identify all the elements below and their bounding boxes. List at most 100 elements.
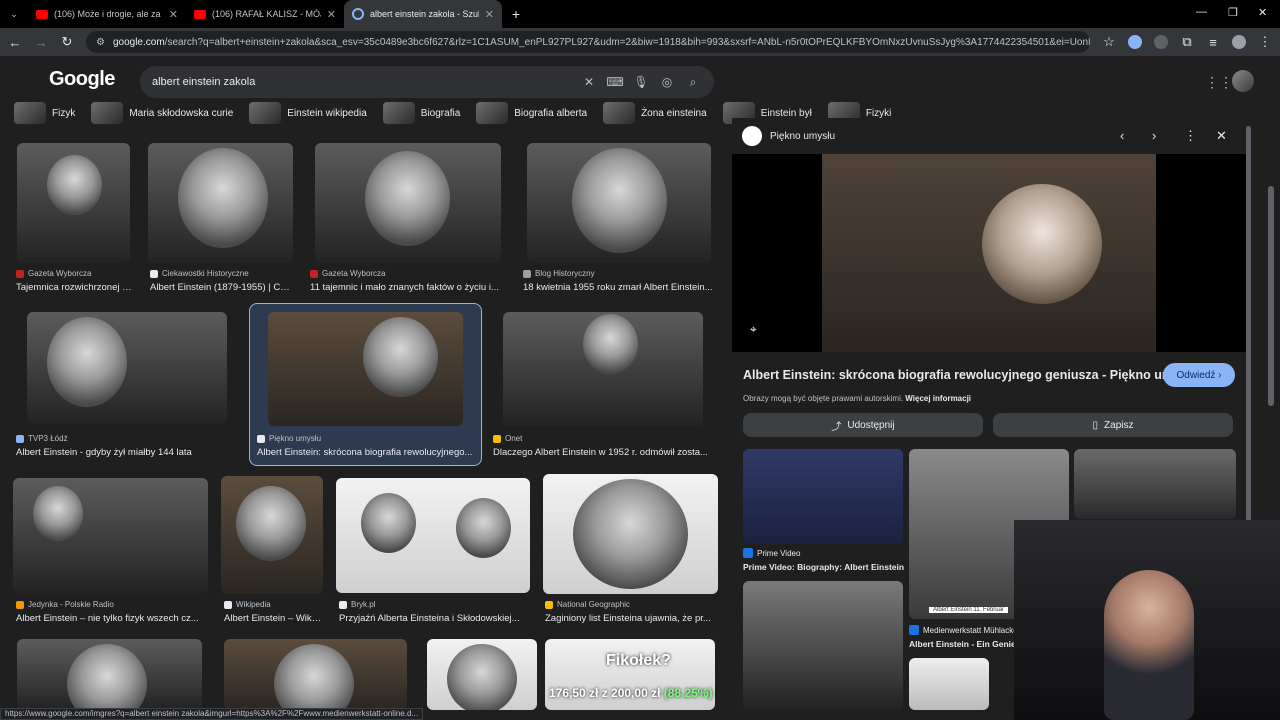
search-box[interactable]: albert einstein zakola ✕ ⌨ 🎙 ◎ ⌕	[140, 66, 714, 98]
panel-scrollbar[interactable]	[1246, 126, 1251, 546]
back-icon[interactable]: ←	[8, 35, 22, 50]
result-image[interactable]	[224, 639, 407, 710]
visit-button[interactable]: Odwiedź ›	[1163, 363, 1235, 387]
search-input[interactable]: albert einstein zakola	[152, 76, 572, 88]
keyboard-icon[interactable]: ⌨	[606, 75, 624, 89]
chevron-left-icon[interactable]: ‹	[1120, 128, 1124, 143]
site-info-icon[interactable]: ⚙	[96, 37, 105, 48]
result-caption[interactable]: Tajemnica rozwichrzonej fryzury	[16, 282, 134, 293]
chevron-right-icon[interactable]: ›	[1152, 128, 1156, 143]
chip[interactable]: Żona einsteina	[603, 102, 715, 124]
result-source[interactable]: TVP3 Łódź	[16, 434, 68, 443]
forward-icon[interactable]: →	[34, 35, 48, 50]
result-caption[interactable]: Dlaczego Albert Einstein w 1952 r. odmów…	[493, 447, 711, 458]
more-info-link[interactable]: Więcej informacji	[905, 394, 971, 403]
result-caption[interactable]: Przyjaźń Alberta Einsteina i Skłodowskie…	[339, 613, 527, 624]
tab-search-menu[interactable]: ⌄	[0, 0, 28, 28]
close-icon[interactable]: ✕	[485, 8, 494, 21]
chip[interactable]: Biografia	[382, 102, 468, 124]
clear-icon[interactable]: ✕	[580, 75, 598, 89]
new-tab-button[interactable]: +	[502, 0, 530, 28]
close-icon[interactable]: ✕	[327, 8, 336, 21]
preview-title[interactable]: Albert Einstein: skrócona biografia rewo…	[743, 368, 1198, 382]
tab-youtube-2[interactable]: (106) RAFAŁ KALISZ - MÓJ ZIO ✕	[186, 0, 344, 28]
media-controls-icon[interactable]: ≡	[1206, 35, 1220, 50]
result-source[interactable]: Blog Historyczny	[523, 269, 595, 278]
tab-youtube-1[interactable]: (106) Może i drogie, ale za to n ✕	[28, 0, 186, 28]
close-icon[interactable]: ✕	[1216, 128, 1227, 144]
tab-title: (106) Może i drogie, ale za to n	[54, 9, 163, 19]
result-caption[interactable]: Albert Einstein – Wikipedia	[224, 613, 322, 624]
result-image[interactable]	[315, 143, 501, 263]
related-image[interactable]	[743, 581, 903, 710]
result-image[interactable]	[543, 474, 718, 594]
result-image[interactable]	[148, 143, 293, 263]
preview-image[interactable]: ⌖	[732, 154, 1248, 352]
related-image[interactable]	[909, 658, 989, 710]
result-image[interactable]	[336, 478, 530, 593]
search-icon[interactable]: ⌕	[684, 75, 702, 90]
result-image[interactable]	[13, 478, 208, 593]
chip-thumbnail	[603, 102, 636, 124]
result-source[interactable]: Wikipedia	[224, 600, 271, 609]
result-source[interactable]: Onet	[493, 434, 522, 443]
chip[interactable]: Biografia alberta	[476, 102, 595, 124]
menu-dots-icon[interactable]: ⋮	[1258, 34, 1272, 50]
related-source[interactable]: Prime Video	[743, 548, 800, 558]
result-image[interactable]	[221, 476, 323, 594]
close-icon[interactable]: ✕	[169, 8, 178, 21]
source-favicon	[545, 600, 553, 609]
result-source[interactable]: Jedynka - Polskie Radio	[16, 600, 114, 609]
result-caption[interactable]: 18 kwietnia 1955 roku zmarł Albert Einst…	[523, 282, 713, 293]
result-source[interactable]: National Geographic	[545, 600, 630, 609]
result-source[interactable]: Piękno umysłu	[257, 434, 321, 443]
chip[interactable]: Fizyk	[14, 102, 83, 124]
result-caption[interactable]: Albert Einstein: skrócona biografia rewo…	[257, 447, 475, 458]
related-image[interactable]	[743, 449, 903, 544]
result-image[interactable]	[427, 639, 537, 710]
profile-avatar[interactable]	[1232, 35, 1246, 49]
lens-icon[interactable]: ◎	[658, 75, 676, 89]
save-button[interactable]: ▯ Zapisz	[993, 413, 1233, 437]
bookmark-star-icon[interactable]: ☆	[1102, 34, 1116, 50]
google-logo[interactable]: Google	[49, 68, 115, 91]
related-caption[interactable]: Prime Video: Biography: Albert Einstein	[743, 562, 904, 572]
result-image[interactable]	[503, 312, 703, 426]
result-source[interactable]: Gazeta Wyborcza	[310, 269, 386, 278]
result-caption[interactable]: Albert Einstein (1879-1955) | Ciekawostk…	[150, 282, 290, 293]
reload-icon[interactable]: ↻	[60, 34, 74, 50]
extension-icon[interactable]	[1128, 35, 1142, 49]
restore-icon[interactable]: ❐	[1228, 6, 1238, 19]
chip-label: Biografia alberta	[514, 107, 588, 119]
chip[interactable]: Einstein wikipedia	[249, 102, 375, 124]
result-image[interactable]	[17, 143, 130, 263]
lens-search-icon[interactable]: ⌖	[750, 322, 757, 337]
result-source[interactable]: Ciekawostki Historyczne	[150, 269, 249, 278]
result-source[interactable]: Gazeta Wyborcza	[16, 269, 92, 278]
extension-icon[interactable]	[1154, 35, 1168, 49]
result-caption[interactable]: 11 tajemnic i mało znanych faktów o życi…	[310, 282, 502, 293]
window-close-icon[interactable]: ✕	[1258, 6, 1267, 19]
more-options-icon[interactable]: ⋮	[1184, 128, 1197, 144]
panel-header[interactable]: Piękno umysłu	[742, 126, 835, 146]
result-caption[interactable]: Albert Einstein - gdyby żył miałby 144 l…	[16, 447, 231, 458]
result-source[interactable]: Bryk.pl	[339, 600, 375, 609]
related-image[interactable]	[1074, 449, 1236, 519]
microphone-icon[interactable]: 🎙	[632, 75, 650, 89]
chip[interactable]: Maria skłodowska curie	[91, 102, 241, 124]
minimize-icon[interactable]: —	[1196, 6, 1207, 18]
share-button[interactable]: ⤴ Udostępnij	[743, 413, 983, 437]
result-image[interactable]	[17, 639, 202, 710]
result-caption[interactable]: Albert Einstein – nie tylko fizyk wszech…	[16, 613, 206, 624]
result-image[interactable]	[527, 143, 711, 263]
account-avatar[interactable]	[1232, 70, 1254, 92]
address-bar[interactable]: ⚙ google.com/search?q=albert+einstein+za…	[86, 31, 1090, 53]
result-caption[interactable]: Zaginiony list Einsteina ujawnia, że pr.…	[545, 613, 717, 624]
result-image[interactable]	[27, 312, 227, 424]
related-source[interactable]: Medienwerkstatt Mühlacker	[909, 625, 1020, 635]
related-caption[interactable]: Albert Einstein - Ein Genie	[909, 639, 1016, 649]
page-scrollbar[interactable]	[1268, 186, 1274, 406]
extensions-puzzle-icon[interactable]: ⧉	[1180, 34, 1194, 50]
result-image[interactable]	[268, 312, 463, 426]
tab-google-search[interactable]: albert einstein zakola - Szukaj w ✕	[344, 0, 502, 28]
